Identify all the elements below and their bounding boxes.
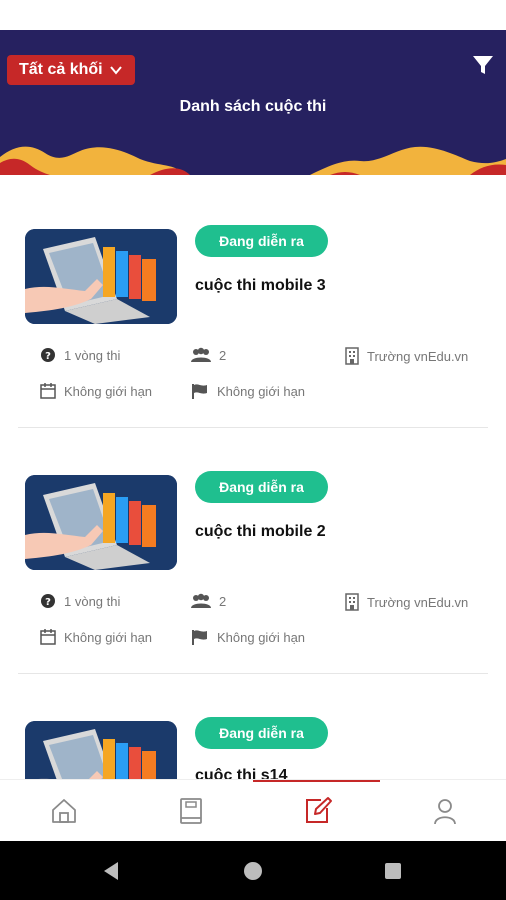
contest-list[interactable]: Đang diễn ra cuộc thi mobile 3 ? 1 vòng … [0, 175, 506, 779]
attempt-limit-text: Không giới hạn [217, 629, 306, 645]
contest-thumbnail [25, 475, 177, 570]
status-badge: Đang diễn ra [195, 225, 328, 257]
time-limit-info: Không giới hạn [40, 629, 152, 645]
page-title: Danh sách cuộc thi [179, 98, 327, 115]
contest-name[interactable]: cuộc thi mobile 2 [195, 523, 326, 541]
contest-card[interactable]: Đang diễn ra cuộc thi mobile 3 ? 1 vòng … [0, 175, 506, 428]
filter-icon[interactable] [472, 54, 494, 76]
participants-info: 2 [191, 593, 226, 609]
system-back-button[interactable] [100, 859, 124, 883]
nav-profile[interactable] [428, 794, 462, 828]
status-badge: Đang diễn ra [195, 717, 328, 749]
book-icon [180, 798, 202, 824]
laptop-books-illustration [25, 475, 177, 570]
attempt-limit-info: Không giới hạn [191, 629, 305, 645]
svg-text:?: ? [45, 351, 51, 362]
organizer-text: Trường vnEdu.vn [367, 348, 469, 364]
chevron-down-icon [109, 66, 122, 75]
people-icon [191, 347, 211, 362]
flag-icon [192, 384, 207, 399]
time-limit-text: Không giới hạn [64, 383, 153, 399]
laptop-books-illustration [25, 229, 177, 324]
contest-name[interactable]: cuộc thi s14 [195, 767, 287, 779]
rounds-info: ? 1 vòng thi [40, 347, 120, 363]
svg-text:?: ? [45, 597, 51, 608]
active-tab-indicator [253, 780, 380, 782]
help-circle-icon: ? [41, 348, 55, 362]
contest-thumbnail [25, 721, 177, 779]
grade-select[interactable]: Tất cả khối [7, 55, 135, 85]
calendar-icon [40, 383, 56, 399]
system-home-button[interactable] [241, 859, 265, 883]
participants-text: 2 [219, 593, 227, 609]
status-bar [0, 0, 506, 30]
contest-thumbnail [25, 229, 177, 324]
contest-card[interactable]: Đang diễn ra cuộc thi s14 [0, 667, 506, 779]
help-circle-icon: ? [41, 594, 55, 608]
organizer-info: Trường vnEdu.vn [345, 593, 468, 611]
system-recents-button[interactable] [381, 859, 405, 883]
participants-info: 2 [191, 347, 226, 363]
rounds-text: 1 vòng thi [64, 347, 121, 363]
recents-square-icon [385, 863, 401, 879]
building-icon [345, 593, 359, 611]
calendar-icon [40, 629, 56, 645]
status-badge: Đang diễn ra [195, 471, 328, 503]
system-navigation-bar [0, 841, 506, 900]
nav-books[interactable] [174, 794, 208, 828]
header-wave-decoration [0, 146, 506, 175]
edit-icon [306, 797, 332, 823]
back-triangle-icon [104, 862, 118, 880]
grade-select-label: Tất cả khối [19, 61, 103, 78]
flag-icon [192, 630, 207, 645]
contest-card[interactable]: Đang diễn ra cuộc thi mobile 2 ? 1 vòng … [0, 421, 506, 674]
time-limit-info: Không giới hạn [40, 383, 152, 399]
bottom-navigation [0, 779, 506, 841]
contest-name[interactable]: cuộc thi mobile 3 [195, 277, 326, 295]
attempt-limit-text: Không giới hạn [217, 383, 306, 399]
organizer-text: Trường vnEdu.vn [367, 594, 469, 610]
participants-text: 2 [219, 347, 227, 363]
attempt-limit-info: Không giới hạn [191, 383, 305, 399]
laptop-books-illustration [25, 721, 177, 779]
nav-home[interactable] [47, 794, 81, 828]
people-icon [191, 593, 211, 608]
home-icon [52, 799, 76, 823]
user-icon [434, 799, 456, 825]
rounds-info: ? 1 vòng thi [40, 593, 120, 609]
home-circle-icon [244, 862, 262, 880]
rounds-text: 1 vòng thi [64, 593, 121, 609]
organizer-info: Trường vnEdu.vn [345, 347, 468, 365]
nav-contests[interactable] [301, 794, 335, 828]
time-limit-text: Không giới hạn [64, 629, 153, 645]
header: Tất cả khối Danh sách cuộc thi [0, 30, 506, 175]
building-icon [345, 347, 359, 365]
